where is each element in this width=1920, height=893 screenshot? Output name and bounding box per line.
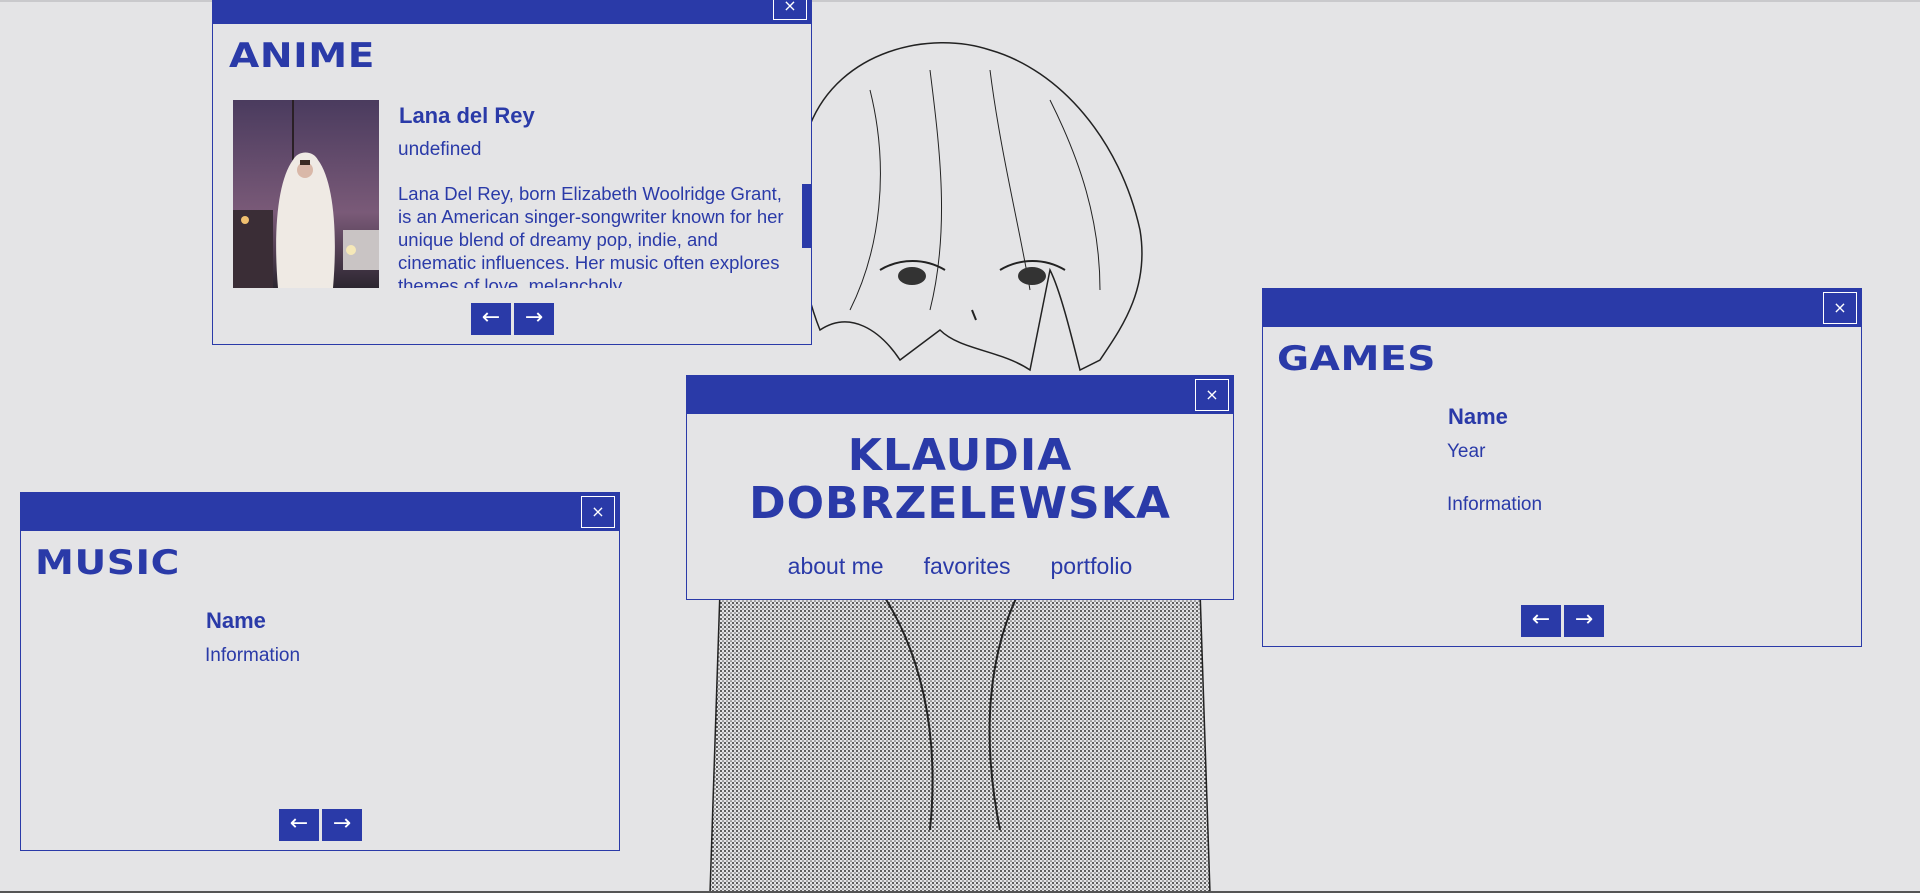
music-item-info: Information [205,645,301,666]
anime-prev-button[interactable]: ← [471,303,511,335]
music-close-button[interactable]: × [581,496,615,528]
nav-about-me[interactable]: about me [788,553,884,580]
anime-item-description[interactable]: Lana Del Rey, born Elizabeth Woolridge G… [398,182,798,288]
music-item-name: Name [206,608,266,633]
games-prev-button[interactable]: ← [1521,605,1561,637]
music-nav: ← → [279,809,362,841]
anime-nav: ← → [471,303,554,335]
main-close-button[interactable]: × [1195,379,1229,411]
anime-item-name: Lana del Rey [399,103,535,128]
music-title: MUSIC [35,543,180,583]
anime-window: × ANIME Lana del Rey undefined Lana Del … [212,0,812,345]
anime-title: ANIME [229,36,376,76]
anime-next-button[interactable]: → [514,303,554,335]
music-next-button[interactable]: → [322,809,362,841]
site-title-line1: KLAUDIA [847,430,1073,481]
site-title: KLAUDIA DOBRZELEWSKA [687,432,1233,528]
games-title: GAMES [1277,339,1437,379]
main-window: × KLAUDIA DOBRZELEWSKA about me favorite… [686,375,1234,600]
games-next-button[interactable]: → [1564,605,1604,637]
music-prev-button[interactable]: ← [279,809,319,841]
games-titlebar[interactable]: × [1263,289,1861,327]
games-close-button[interactable]: × [1823,292,1857,324]
nav-portfolio[interactable]: portfolio [1051,553,1133,580]
anime-item-subtitle: undefined [398,139,482,160]
music-window: × MUSIC Name Information ← → [20,492,620,851]
nav-favorites[interactable]: favorites [924,553,1011,580]
anime-close-button[interactable]: × [773,0,807,20]
anime-scrollbar[interactable] [802,184,812,248]
main-nav: about me favorites portfolio [687,553,1233,580]
music-titlebar[interactable]: × [21,493,619,531]
games-window: × GAMES Name Year Information ← → [1262,288,1862,647]
anime-titlebar[interactable]: × [213,0,811,24]
games-item-name: Name [1448,404,1508,429]
games-item-info: Information [1447,494,1543,515]
anime-photo [233,100,379,288]
site-title-line2: DOBRZELEWSKA [749,478,1171,529]
games-nav: ← → [1521,605,1604,637]
main-titlebar[interactable]: × [687,376,1233,414]
games-item-year: Year [1447,441,1486,462]
